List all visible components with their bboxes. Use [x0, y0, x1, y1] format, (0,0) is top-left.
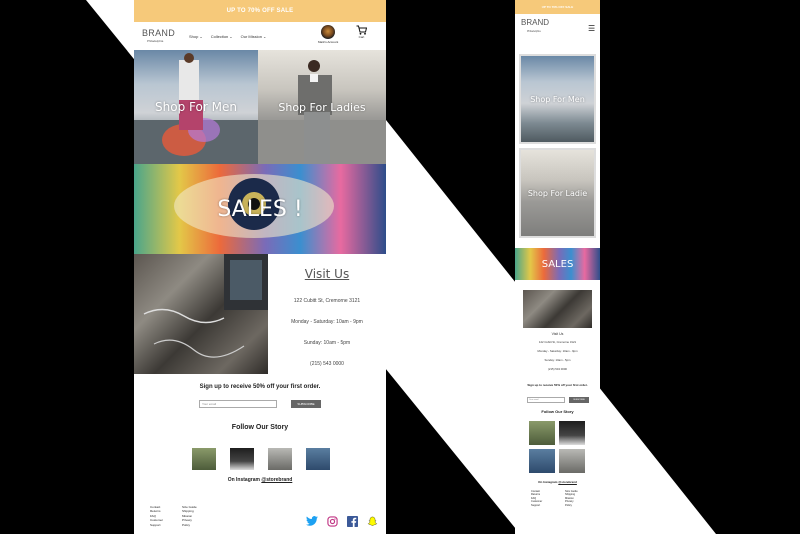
- mobile-store-phone: (215) 543 0000: [548, 367, 567, 371]
- email-input[interactable]: Your email: [199, 400, 277, 408]
- instagram-post[interactable]: [268, 448, 292, 470]
- menu-item-collection[interactable]: Collection ⌄: [211, 34, 233, 39]
- mobile-shop-men-label: Shop For Men: [530, 94, 585, 104]
- newsletter-section: Sign up to receive 50% off your first or…: [134, 384, 386, 408]
- desktop-page: UP TO 70% OFF SALE BRAND Philadelphia Sh…: [134, 0, 386, 534]
- instagram-post[interactable]: [306, 448, 330, 470]
- shop-men-tile[interactable]: Shop For Men: [134, 50, 258, 164]
- menu-item-shop[interactable]: Shop ⌄: [189, 34, 203, 39]
- mobile-instagram-feed: [529, 421, 585, 473]
- menu-item-our-mission[interactable]: Our Mission ⌄: [241, 34, 267, 39]
- mobile-subscribe-button[interactable]: SUBSCRIBE: [569, 397, 589, 403]
- cart-button[interactable]: Cart: [356, 25, 367, 39]
- mobile-weekday-hours: Monday - Saturday: 10am - 9pm: [537, 349, 578, 353]
- facebook-icon[interactable]: [346, 515, 358, 527]
- weekday-hours: Monday - Saturday: 10am - 9pm: [291, 319, 363, 325]
- instagram-post[interactable]: [559, 449, 585, 473]
- mobile-sunday-hours: Sunday: 10am - 5pm: [544, 358, 571, 362]
- mobile-visit-us: Visit Us 122 Cubitt St, Cremorne 3121 Mo…: [515, 332, 600, 377]
- footer-link-privacy-policy[interactable]: Privacy Policy: [565, 500, 579, 507]
- mobile-visit-title[interactable]: Visit Us: [515, 332, 600, 336]
- mobile-sales-tile[interactable]: SALES: [515, 248, 600, 280]
- shop-men-label: Shop For Men: [155, 100, 237, 114]
- follow-heading: Follow Our Story: [231, 424, 289, 431]
- mobile-footer-links: Contact Returns FAQ Customer Support Siz…: [531, 490, 579, 507]
- footer-link-privacy-policy[interactable]: Privacy Policy: [182, 518, 196, 527]
- graffiti-wall-photo: [143, 254, 268, 358]
- brand-name: BRAND: [142, 28, 176, 38]
- mobile-store-address: 122 Cubitt St, Cremorne 3121: [538, 340, 577, 344]
- promo-banner[interactable]: UP TO 70% OFF SALE: [134, 0, 386, 22]
- newsletter-form: Your email SUBSCRIBE: [134, 400, 386, 408]
- footer-links: Contact Returns FAQ Customer Support Siz…: [150, 505, 197, 527]
- store-address: 122 Cubitt St, Cremorne 3121: [293, 298, 361, 304]
- chevron-down-icon: ⌄: [263, 33, 267, 39]
- instagram-icon[interactable]: [326, 515, 338, 527]
- instagram-post[interactable]: [192, 448, 216, 470]
- mobile-promo-text: UP TO 70% OFF SALE: [541, 5, 574, 9]
- mockup-stage: UP TO 70% OFF SALE BRAND Philadelphia Sh…: [0, 0, 800, 534]
- instagram-handle-line: On Instagram @storebrand: [227, 477, 293, 483]
- mobile-page: UP TO 70% OFF SALE BRAND Philadelphia ☰ …: [515, 0, 600, 534]
- footer-column-1: Contact Returns FAQ Customer Support: [150, 505, 166, 527]
- visit-us-section: Visit Us 122 Cubitt St, Cremorne 3121 Mo…: [268, 254, 386, 374]
- sales-tile[interactable]: SALES !: [134, 164, 386, 254]
- mobile-newsletter-form: Your email SUBSCRIBE: [527, 397, 589, 403]
- footer-link-customer-support[interactable]: Customer Support: [150, 518, 166, 527]
- mobile-shop-ladies-tile[interactable]: Shop For Ladie: [519, 148, 596, 238]
- main-menu: Shop ⌄ Collection ⌄ Our Mission ⌄: [189, 34, 266, 39]
- mobile-shop-men-tile[interactable]: Shop For Men: [519, 54, 596, 144]
- avatar: [321, 25, 336, 39]
- promo-text: UP TO 70% OFF SALE: [226, 8, 294, 14]
- shop-ladies-tile[interactable]: Shop For Ladies: [258, 50, 386, 164]
- sunday-hours: Sunday: 10am - 5pm: [303, 340, 351, 346]
- subscribe-button[interactable]: SUBSCRIBE: [291, 400, 321, 408]
- chevron-down-icon: ⌄: [229, 33, 233, 39]
- instagram-feed: [192, 448, 330, 470]
- mobile-promo-banner[interactable]: UP TO 70% OFF SALE: [515, 0, 600, 14]
- social-links: [306, 515, 378, 527]
- mobile-instagram-handle-link[interactable]: @storebrand: [558, 480, 577, 484]
- instagram-post[interactable]: [529, 449, 555, 473]
- brand-logo[interactable]: BRAND Philadelphia: [142, 29, 175, 43]
- mobile-store-photo: [523, 290, 592, 328]
- mobile-follow-heading: Follow Our Story: [541, 409, 574, 414]
- mobile-newsletter-heading: Sign up to receive 50% off your first or…: [527, 383, 588, 387]
- brand-location: Philadelphia: [147, 39, 164, 43]
- newsletter-heading: Sign up to receive 50% off your first or…: [199, 384, 321, 390]
- mobile-footer-column-2: Size Guide Shipping Mission Privacy Poli…: [565, 490, 579, 507]
- visit-us-title[interactable]: Visit Us: [268, 267, 386, 281]
- account-button[interactable]: Mark's Account: [318, 25, 338, 44]
- instagram-post[interactable]: [230, 448, 254, 470]
- twitter-icon[interactable]: [306, 515, 318, 527]
- mobile-instagram-handle-line: On Instagram @storebrand: [538, 480, 577, 484]
- store-phone: (215) 543 0000: [310, 361, 344, 367]
- footer-link-customer-support[interactable]: Customer Support: [531, 500, 547, 507]
- mobile-footer-column-1: Contact Returns FAQ Customer Support: [531, 490, 547, 507]
- black-diagonal-backdrop: [0, 0, 800, 534]
- snapchat-icon[interactable]: [366, 515, 378, 527]
- mobile-email-input[interactable]: Your email: [527, 397, 565, 403]
- mobile-brand-location: Philadelphia: [527, 30, 541, 33]
- account-label: Mark's Account: [318, 40, 339, 44]
- mobile-shop-ladies-label: Shop For Ladie: [527, 188, 588, 198]
- instagram-post[interactable]: [559, 421, 585, 445]
- cart-label: Cart: [358, 35, 365, 39]
- shop-ladies-label: Shop For Ladies: [278, 100, 366, 114]
- sales-label: SALES !: [217, 196, 303, 222]
- chevron-down-icon: ⌄: [199, 33, 203, 39]
- mobile-brand-name[interactable]: BRAND: [521, 18, 549, 27]
- mobile-sales-label: SALES: [541, 258, 574, 270]
- mobile-nav: BRAND Philadelphia ☰: [515, 14, 600, 44]
- instagram-post[interactable]: [529, 421, 555, 445]
- hamburger-menu-icon[interactable]: ☰: [588, 24, 595, 33]
- footer-column-2: Size Guide Shipping Mission Privacy Poli…: [182, 505, 197, 527]
- cart-icon: [356, 25, 367, 35]
- instagram-handle-link[interactable]: @storebrand: [261, 477, 292, 483]
- store-photo: [134, 254, 268, 374]
- top-nav: BRAND Philadelphia Shop ⌄ Collection ⌄ Our…: [134, 22, 386, 50]
